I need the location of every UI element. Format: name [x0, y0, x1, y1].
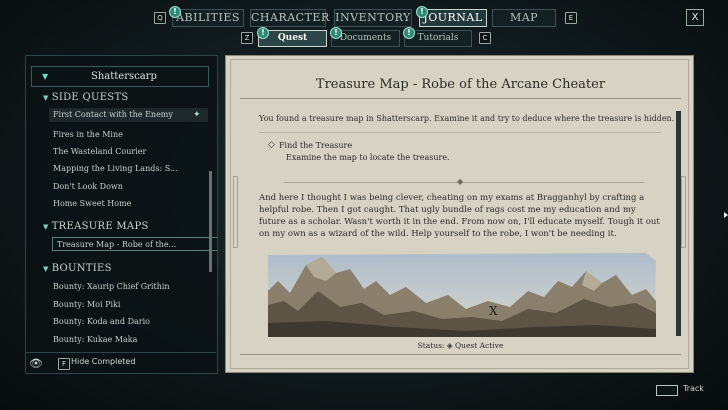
list-item-selected[interactable]: Treasure Map - Robe of the... — [52, 237, 217, 251]
list-item[interactable]: Bounty: Moi Piki — [53, 300, 120, 309]
objective-description: Examine the map to locate the treasure. — [286, 153, 450, 162]
diamond-icon: ◈ — [446, 341, 453, 350]
status-label: Status: — [417, 341, 445, 350]
list-item[interactable]: First Contact with the Enemy — [49, 108, 208, 122]
alert-icon: ! — [330, 27, 342, 39]
hide-key[interactable]: F — [58, 358, 70, 370]
list-item[interactable]: Don't Look Down — [53, 182, 123, 191]
list-item[interactable]: Mapping the Living Lands: S... — [53, 164, 178, 173]
alert-icon: ! — [403, 27, 415, 39]
quest-list-panel: ▼ Shatterscarp ▼ SIDE QUESTS First Contac… — [25, 55, 218, 374]
nav-right-key[interactable]: E — [565, 12, 577, 24]
mouse-cursor-icon — [724, 212, 728, 218]
detail-scrollbar[interactable] — [676, 111, 681, 336]
chevron-down-icon: ▼ — [43, 265, 49, 273]
hide-completed-bar[interactable]: 👁 F Hide Completed — [25, 352, 216, 373]
category-bounties[interactable]: ▼ BOUNTIES — [43, 263, 112, 274]
chevron-down-icon: ▼ — [43, 94, 49, 102]
objective-divider — [259, 132, 661, 133]
alert-icon: ! — [169, 6, 181, 18]
quest-title: Treasure Map - Robe of the Arcane Cheate… — [315, 77, 606, 92]
tab-map[interactable]: MAP — [492, 9, 556, 27]
tab-label: INVENTORY — [335, 11, 411, 24]
map-x-mark: X — [489, 304, 498, 318]
chevron-down-icon: ▼ — [43, 223, 49, 231]
ornament-right — [681, 176, 686, 248]
tab-label: MAP — [509, 11, 539, 24]
list-item[interactable]: Fires in the Mine — [53, 130, 123, 139]
quest-letter: And here I thought I was being clever, c… — [259, 193, 660, 239]
region-label: Shatterscarp — [91, 71, 157, 82]
tracked-quest-icon: ✦ — [193, 110, 201, 120]
hide-completed-label: Hide Completed — [71, 357, 136, 366]
alert-icon: ! — [257, 27, 269, 39]
tab-label: ABILITIES — [176, 11, 240, 24]
nav-left-key[interactable]: Q — [154, 12, 166, 24]
quest-list-scrollbar[interactable] — [209, 171, 212, 272]
tab-character[interactable]: CHARACTER — [250, 9, 329, 27]
quest-status: Status: ◈ Quest Active — [226, 341, 695, 350]
sub-left-key[interactable]: Z — [241, 32, 253, 44]
status-value: Quest Active — [455, 341, 504, 350]
close-button[interactable]: X — [686, 9, 704, 26]
category-label: SIDE QUESTS — [51, 92, 129, 103]
category-label: BOUNTIES — [51, 263, 112, 274]
quest-intro: You found a treasure map in Shatterscarp… — [259, 114, 675, 123]
chevron-down-icon: ▼ — [42, 72, 49, 81]
list-item[interactable]: The Wasteland Courier — [53, 147, 146, 156]
tab-abilities[interactable]: ABILITIES — [172, 9, 244, 27]
subtab-label: Quest — [277, 33, 308, 43]
diamond-icon: ◇ — [268, 140, 275, 150]
list-item[interactable]: Home Sweet Home — [53, 199, 131, 208]
title-divider — [240, 98, 681, 99]
list-item[interactable]: Bounty: Xaurip Chief Grithin — [53, 282, 170, 291]
status-divider — [240, 354, 681, 355]
tab-label: JOURNAL — [423, 11, 483, 24]
category-treasure-maps[interactable]: ▼ TREASURE MAPS — [43, 221, 149, 232]
subtab-label: Documents — [339, 33, 392, 43]
category-label: TREASURE MAPS — [51, 221, 149, 232]
tab-inventory[interactable]: INVENTORY — [334, 9, 412, 27]
quest-detail-panel: Treasure Map - Robe of the Arcane Cheate… — [225, 55, 694, 373]
track-label[interactable]: Track — [683, 384, 704, 393]
treasure-map-image[interactable]: X — [266, 251, 658, 339]
tab-journal[interactable]: JOURNAL — [419, 9, 487, 27]
sub-right-key[interactable]: C — [479, 32, 491, 44]
spacebar-key-icon[interactable] — [656, 385, 678, 396]
section-divider — [284, 182, 644, 183]
ornament-left — [233, 176, 238, 248]
list-item[interactable]: Bounty: Koda and Dario — [53, 317, 150, 326]
divider-ornament-icon: ◆ — [457, 177, 464, 186]
list-item[interactable]: Bounty: Kukae Maka — [53, 335, 137, 344]
region-header[interactable]: ▼ Shatterscarp — [31, 66, 209, 87]
alert-icon: ! — [416, 6, 428, 18]
tab-label: CHARACTER — [251, 11, 330, 24]
objective-title: Find the Treasure — [279, 141, 353, 150]
eye-icon: 👁 — [29, 357, 43, 370]
subtab-label: Tutorials — [417, 33, 459, 43]
category-side-quests[interactable]: ▼ SIDE QUESTS — [43, 92, 129, 103]
